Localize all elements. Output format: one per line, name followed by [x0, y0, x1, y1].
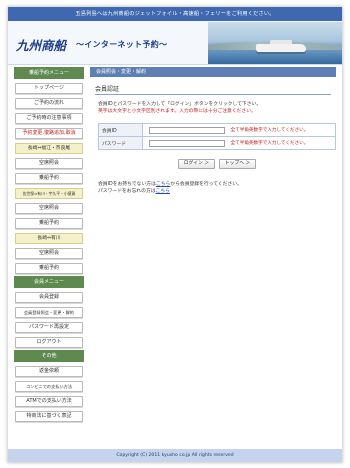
route-nagasaki-fukue-heading: 長崎⇔福江・奈良尾	[15, 143, 83, 154]
password-input[interactable]	[149, 139, 225, 147]
forgot-password-prefix: パスワードをお忘れの方は	[98, 189, 156, 194]
main-content: 会員照会・変更・解約 会員認証 会員IDとパスワードを入力して「ログイン」ボタン…	[90, 65, 342, 195]
sidebar-reservation-heading: 乗船予約メニュー	[14, 67, 84, 79]
site-logo[interactable]: 九州商船	[16, 35, 66, 54]
footer: Copyright (C) 2011 kyusho co.jp All righ…	[8, 449, 342, 462]
member-id-input[interactable]	[149, 126, 225, 134]
case-sensitivity-warning: 英字は大文字と小文字区別されます。入力の際には十分ご注意ください。	[98, 109, 256, 114]
sidebar-item-notes[interactable]: ご予約時の注意事項	[15, 113, 83, 124]
sidebar-member-heading: 会員メニュー	[14, 276, 84, 288]
sidebar-item-flow[interactable]: ご予約の流れ	[15, 98, 83, 109]
route-nagasaki-arikawa-heading: 長崎⇔有川	[15, 233, 83, 244]
sidebar-item-member-edit[interactable]: 会員登録照会・変更・解約	[15, 307, 83, 318]
site-tagline: ～インターネット予約～	[76, 40, 168, 49]
member-id-hint: 全て半角英数字で入力してください。	[230, 128, 309, 133]
instructions: 会員IDとパスワードを入力して「ログイン」ボタンをクリックして下さい。 英字は大…	[98, 101, 342, 115]
forgot-password-link[interactable]: こちら	[156, 189, 170, 194]
top-notice-text: 五島列島へは九州商船のジェットフォイル・高速船・フェリーをご利用ください。	[75, 11, 275, 17]
register-link[interactable]: こちら	[156, 182, 170, 187]
button-row: ログイン ＞ トップへ ＞	[90, 159, 344, 169]
sidebar-item-password-reset[interactable]: パスワード再設定	[15, 322, 83, 333]
sidebar: 乗船予約メニュー トップページ ご予約の流れ ご予約時の注意事項 予約変更,復路…	[11, 65, 87, 422]
sidebar-item-logout[interactable]: ログアウト	[15, 337, 83, 348]
sidebar-other-heading: その他	[14, 350, 84, 362]
route-sasebo-heading: 佐世保⇔有川・宇久平・小値賀	[15, 188, 83, 199]
site-header: 九州商船 ～インターネット予約～	[8, 21, 342, 65]
register-note-suffix: から会員登録を行ってください。	[170, 182, 242, 187]
sidebar-item-legal-notice[interactable]: 特商法に基づく表記	[15, 411, 83, 422]
page-heading: 会員照会・変更・解約	[90, 67, 336, 77]
route2-availability-button[interactable]: 空席照会	[15, 203, 83, 214]
section-title: 会員認証	[95, 86, 331, 95]
sidebar-item-register[interactable]: 会員登録	[15, 292, 83, 303]
route3-booking-button[interactable]: 乗船予約	[15, 263, 83, 274]
password-hint: 全て半角英数字で入力してください。	[230, 141, 309, 146]
instruction-line: 会員IDとパスワードを入力して「ログイン」ボタンをクリックして下さい。	[98, 102, 262, 107]
sidebar-item-atm-payment[interactable]: ATMでの支払い方法	[15, 396, 83, 407]
register-note-prefix: 会員IDをお持ちでない方は	[98, 182, 156, 187]
login-button[interactable]: ログイン ＞	[177, 159, 216, 169]
top-page-button[interactable]: トップへ ＞	[218, 159, 257, 169]
route1-availability-button[interactable]: 空席照会	[15, 158, 83, 169]
ferry-photo	[208, 22, 342, 64]
login-form-table: 会員ID 全て半角英数字で入力してください。 パスワード 全て半角英数字で入力し…	[98, 123, 336, 150]
top-notice-bar: 五島列島へは九州商船のジェットフォイル・高速船・フェリーをご利用ください。	[8, 7, 342, 21]
password-label: パスワード	[98, 136, 143, 150]
sidebar-item-top[interactable]: トップページ	[15, 83, 83, 94]
route2-booking-button[interactable]: 乗船予約	[15, 218, 83, 229]
register-note: 会員IDをお持ちでない方はこちらから会員登録を行ってください。	[98, 181, 342, 188]
member-id-label: 会員ID	[98, 123, 143, 137]
route3-availability-button[interactable]: 空席照会	[15, 248, 83, 259]
sidebar-item-convenience-payment[interactable]: コンビニでの支払い方法	[15, 381, 83, 392]
copyright-text: Copyright (C) 2011 kyusho co.jp All righ…	[116, 453, 234, 458]
forgot-password-note: パスワードをお忘れの方はこちら	[98, 188, 342, 195]
help-notes: 会員IDをお持ちでない方はこちらから会員登録を行ってください。 パスワードをお忘…	[98, 181, 342, 195]
sidebar-item-refund[interactable]: 返金依頼	[15, 366, 83, 377]
route1-booking-button[interactable]: 乗船予約	[15, 173, 83, 184]
page: 五島列島へは九州商船のジェットフォイル・高速船・フェリーをご利用ください。 九州…	[8, 7, 342, 462]
sidebar-item-change-cancel[interactable]: 予約変更,復路追加,取消	[15, 128, 83, 139]
